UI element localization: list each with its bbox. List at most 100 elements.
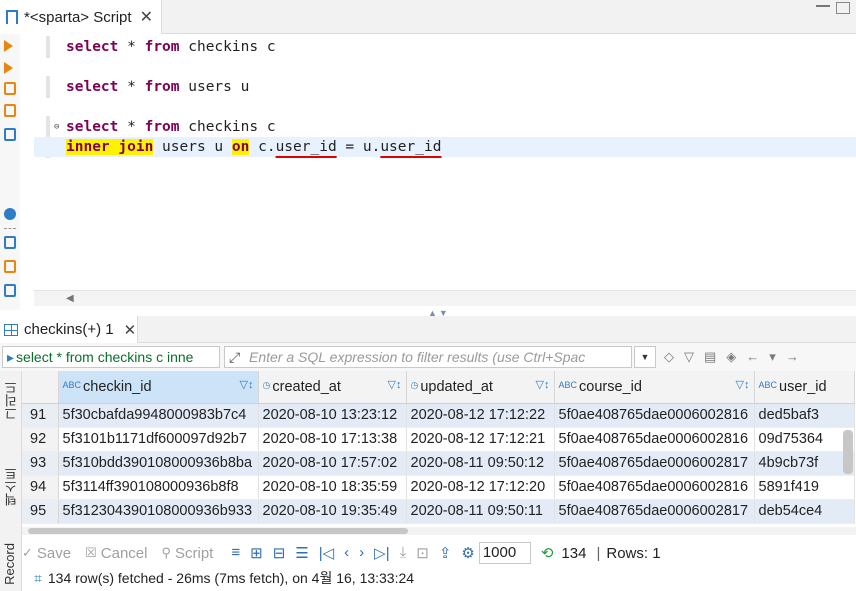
cell[interactable]: 2020-08-11 09:50:12 [406, 451, 555, 476]
dropdown-icon[interactable]: ▾ [769, 349, 776, 365]
close-icon[interactable]: ✕ [124, 321, 137, 339]
first-page-icon[interactable]: |◁ [319, 544, 334, 562]
explain-plan-icon[interactable] [4, 128, 16, 141]
cell[interactable]: 5f0ae408765dae0006002816 [554, 475, 755, 500]
fetch-page-icon[interactable]: ⤓ [400, 544, 407, 562]
column-header[interactable]: ABC checkin_id ▽↕ [58, 371, 259, 404]
cell[interactable]: 5f0ae408765dae0006002816 [554, 403, 755, 428]
editor-horizontal-scrollbar[interactable]: ◀ [34, 290, 856, 306]
result-limit-input[interactable]: 1000 [478, 542, 531, 564]
copy-row-icon[interactable]: ⊟ [273, 544, 286, 562]
export-results-icon[interactable]: ⇪ [439, 544, 452, 562]
code-text: c. [249, 139, 276, 155]
scroll-left-icon[interactable]: ◀ [66, 293, 74, 304]
cell[interactable]: 2020-08-10 17:13:38 [258, 427, 407, 452]
cell[interactable]: 4b9cb73f [754, 451, 855, 476]
table-row[interactable]: 92 5f3101b1171df600097d92b7 2020-08-10 1… [22, 427, 855, 452]
save-button[interactable]: ✓ Save [22, 545, 71, 562]
grid-vertical-scrollbar[interactable] [843, 430, 853, 474]
next-icon[interactable]: › [359, 544, 364, 562]
cell[interactable]: 2020-08-12 17:12:20 [406, 475, 555, 500]
sort-filter-icon[interactable]: ▽↕ [736, 378, 750, 391]
minimize-icon[interactable] [816, 2, 830, 7]
cell[interactable]: 5f0ae408765dae0006002817 [554, 451, 755, 476]
execute-script-icon[interactable] [4, 82, 16, 95]
results-tab[interactable]: checkins(+) 1 ✕ [0, 316, 138, 343]
load-script-icon[interactable] [4, 236, 16, 249]
query-text-field[interactable]: ▸ select * from checkins c inne [2, 346, 220, 368]
cell[interactable]: 5f312304390108000936b933 [58, 499, 259, 524]
cell[interactable]: 5f3114ff390108000936b8f8 [58, 475, 259, 500]
execute-script-new-tabs-icon[interactable] [4, 104, 16, 117]
cell[interactable]: 2020-08-10 19:35:49 [258, 499, 407, 524]
settings-gear-icon[interactable] [4, 208, 16, 220]
sort-filter-icon[interactable]: ▽↕ [240, 378, 254, 391]
filter-expression-input[interactable]: ⤢ Enter a SQL expression to filter result… [224, 346, 632, 368]
fold-collapse-icon[interactable]: ⊖ [54, 122, 59, 132]
sort-filter-icon[interactable]: ▽↕ [536, 378, 550, 391]
cell[interactable]: 2020-08-12 17:12:21 [406, 427, 555, 452]
cell[interactable]: 2020-08-11 09:50:11 [406, 499, 555, 524]
column-header[interactable]: ◷ updated_at ▽↕ [406, 371, 555, 404]
forward-icon[interactable]: → [786, 349, 799, 365]
cell[interactable]: 2020-08-12 17:12:22 [406, 403, 555, 428]
erase-icon[interactable]: ◇ [664, 349, 674, 365]
text-view-tab[interactable]: 텍스트 [2, 467, 20, 506]
cell[interactable]: 2020-08-10 17:57:02 [258, 451, 407, 476]
cell[interactable]: 5f0ae408765dae0006002816 [554, 427, 755, 452]
edit-row-icon[interactable]: ≡ [231, 544, 240, 562]
column-header[interactable]: ABC course_id ▽↕ [554, 371, 755, 404]
scrollbar-thumb[interactable] [28, 528, 408, 534]
grid-view-tab[interactable]: 그리드 [2, 381, 20, 420]
results-grid[interactable]: ABC checkin_id ▽↕ ◷ created_at ▽↕ ◷ updated_a… [22, 371, 856, 527]
keyword: select [66, 79, 119, 95]
expand-icon[interactable]: ⤢ [229, 347, 240, 367]
table-row[interactable]: 94 5f3114ff390108000936b8f8 2020-08-10 1… [22, 475, 855, 500]
sql-editor[interactable]: ⊖ select * from checkins c select * from… [34, 34, 856, 290]
cancel-button[interactable]: ☒ Cancel [85, 545, 147, 562]
column-header[interactable]: ABC user_id [754, 371, 855, 404]
save-script-icon[interactable] [4, 260, 16, 273]
fetch-all-icon[interactable]: ⊡ [416, 544, 429, 562]
cell[interactable]: 5f30cbafda9948000983b7c4 [58, 403, 259, 428]
results-settings-icon[interactable]: ⚙ [461, 544, 474, 562]
cell[interactable]: 09d75364 [754, 427, 855, 452]
cell[interactable]: 5f3101b1171df600097d92b7 [58, 427, 259, 452]
panels-icon[interactable]: ◈ [726, 349, 736, 365]
add-row-icon[interactable]: ⊞ [250, 544, 263, 562]
record-view-tab[interactable]: Record [2, 543, 20, 585]
filter-icon[interactable]: ▽ [684, 349, 694, 365]
last-page-icon[interactable]: ▷| [374, 544, 389, 562]
execute-statement-icon[interactable] [4, 40, 13, 52]
cell[interactable]: 5f0ae408765dae0006002817 [554, 499, 755, 524]
table-row[interactable]: 93 5f310bdd390108000936b8ba 2020-08-10 1… [22, 451, 855, 476]
script-label: Script [175, 544, 214, 562]
cell[interactable]: 5f310bdd390108000936b8ba [58, 451, 259, 476]
filter-settings-icon[interactable]: ▤ [704, 349, 716, 365]
previous-icon[interactable]: ‹ [344, 544, 349, 562]
cell[interactable]: deb54ce4 [754, 499, 855, 524]
sort-filter-icon[interactable]: ▽↕ [388, 378, 402, 391]
delete-row-icon[interactable]: ☰ [295, 544, 308, 562]
cell[interactable]: 2020-08-10 18:35:59 [258, 475, 407, 500]
filter-history-dropdown[interactable]: ▼ [634, 346, 656, 368]
cell[interactable]: 5891f419 [754, 475, 855, 500]
script-file-icon [6, 10, 18, 24]
table-row[interactable]: 91 5f30cbafda9948000983b7c4 2020-08-10 1… [22, 403, 855, 428]
column-header[interactable]: ◷ created_at ▽↕ [258, 371, 407, 404]
save-label: Save [36, 544, 72, 562]
table-row[interactable]: 95 5f312304390108000936b933 2020-08-10 1… [22, 499, 855, 524]
keyword: from [144, 119, 180, 135]
script-tab[interactable]: *<sparta> Script ✕ [0, 0, 162, 34]
maximize-icon[interactable] [836, 2, 850, 14]
statement-marker [46, 36, 50, 58]
script-button[interactable]: ⚲ Script [161, 545, 213, 562]
cell[interactable]: 2020-08-10 13:23:12 [258, 403, 407, 428]
cell[interactable]: ded5baf3 [754, 403, 855, 428]
back-icon[interactable]: ← [746, 349, 759, 365]
refresh-icon[interactable]: ⟲ [541, 544, 554, 562]
close-icon[interactable]: ✕ [140, 7, 153, 27]
export-icon[interactable] [4, 284, 16, 297]
grid-horizontal-scrollbar[interactable] [22, 527, 856, 535]
execute-statement-new-tab-icon[interactable] [4, 62, 13, 74]
